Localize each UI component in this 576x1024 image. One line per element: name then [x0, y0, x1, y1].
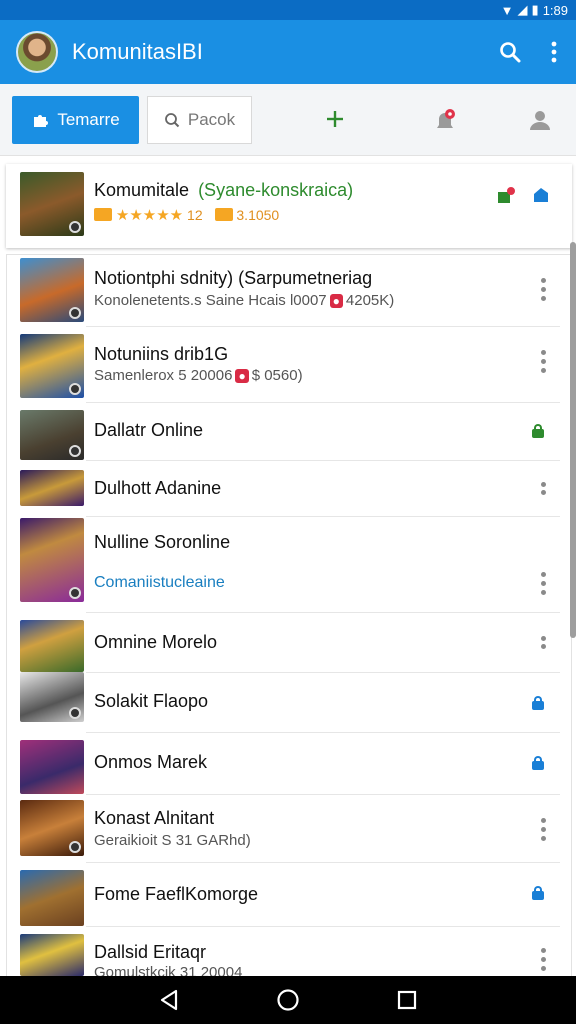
item-badge: ●	[235, 369, 249, 383]
featured-title-line: Komumitale (Syane-konskraica)	[94, 180, 353, 201]
status-bar: ▼ ◢ ▮ 1:89	[0, 0, 576, 20]
tab-primary-label: Temarre	[57, 109, 120, 129]
battery-icon: ▮	[531, 2, 539, 17]
divider	[86, 326, 560, 327]
item-title: Konast Alnitant	[94, 808, 215, 828]
divider	[86, 460, 560, 461]
scrollbar[interactable]	[570, 242, 576, 638]
rating-count: 3.1050	[236, 207, 280, 223]
item-title: Dallsid Eritaqr	[94, 942, 207, 962]
item-thumbnail	[20, 334, 84, 398]
divider	[86, 794, 560, 795]
search-placeholder: Pacok	[187, 109, 236, 129]
item-thumbnail	[20, 620, 84, 672]
avatar[interactable]	[16, 31, 58, 73]
item-subtitle: Samenlerox 5 20006	[94, 367, 233, 384]
featured-thumbnail	[20, 172, 84, 236]
notification-bell-icon[interactable]	[432, 108, 458, 134]
item-link[interactable]: Comaniistucleaine	[94, 574, 225, 592]
item-thumbnail	[20, 518, 84, 602]
item-title: Notuniins drib1G	[94, 344, 229, 364]
clock-time: 1:89	[542, 2, 568, 18]
divider	[86, 672, 560, 673]
item-title: Onmos Marek	[94, 752, 208, 772]
item-subtitle: Konolenetents.s Saine Hcais l0007	[94, 292, 327, 309]
item-subtitle: Geraikioit S 31 GARhd)	[94, 832, 251, 849]
lock-icon[interactable]	[532, 424, 544, 438]
divider	[86, 862, 560, 863]
item-thumbnail	[20, 672, 84, 722]
tab-primary-button[interactable]: Temarre	[12, 95, 139, 144]
item-badge: ●	[329, 294, 343, 308]
search-input[interactable]: Pacok	[147, 95, 252, 144]
home-icon[interactable]	[276, 988, 300, 1012]
item-extra: $ 0560)	[251, 367, 303, 384]
add-icon[interactable]	[324, 108, 346, 130]
more-options-icon[interactable]	[540, 572, 546, 595]
more-options-icon[interactable]	[540, 350, 546, 373]
wifi-icon: ▼	[500, 2, 514, 18]
featured-tag: (Syane-konskraica)	[198, 180, 354, 200]
app-actions	[498, 40, 558, 64]
item-title: Dallatr Online	[94, 420, 204, 440]
divider	[86, 926, 560, 927]
more-options-icon[interactable]	[540, 636, 546, 649]
notification-chat-icon[interactable]	[496, 186, 516, 206]
featured-title: Komumitale	[94, 180, 190, 200]
share-icon[interactable]	[532, 186, 550, 204]
divider	[86, 732, 560, 733]
item-title: Solakit Flaopo	[94, 691, 209, 711]
app-bar: KomunitasIBI	[0, 20, 576, 84]
item-thumbnail	[20, 740, 84, 794]
lock-icon[interactable]	[532, 696, 544, 710]
divider	[86, 402, 560, 403]
lock-icon[interactable]	[532, 756, 544, 770]
featured-card[interactable]: Komumitale (Syane-konskraica) ★★★★★ 12 3…	[6, 164, 572, 248]
item-thumbnail	[20, 470, 84, 506]
list-container	[6, 254, 572, 976]
item-extra: 4205K)	[345, 292, 395, 309]
item-title: Nulline Soronline	[94, 532, 231, 552]
system-nav-bar	[0, 976, 576, 1024]
recents-icon[interactable]	[396, 989, 418, 1011]
back-icon[interactable]	[158, 989, 180, 1011]
item-title: Dulhott Adanine	[94, 478, 222, 498]
rating-stars: ★★★★★	[115, 207, 184, 224]
more-options-icon[interactable]	[540, 818, 546, 841]
divider	[86, 516, 560, 517]
puzzle-icon	[34, 114, 49, 127]
rating-prefix: 12	[187, 207, 203, 223]
item-title: Omnine Morelo	[94, 632, 218, 652]
more-options-icon[interactable]	[540, 482, 546, 495]
divider	[86, 612, 560, 613]
item-thumbnail	[20, 934, 84, 976]
filter-toolbar: Temarre Pacok	[0, 84, 576, 156]
lock-icon[interactable]	[532, 886, 544, 900]
item-thumbnail	[20, 800, 84, 856]
item-title: Fome FaeflKomorge	[94, 884, 259, 904]
item-subtitle-line: Samenlerox 5 20006 ● $ 0560)	[94, 367, 303, 384]
signal-icon: ◢	[517, 2, 528, 17]
overflow-menu-icon[interactable]	[550, 40, 558, 64]
item-title: Notiontphi sdnity) (Sarpumetneriag	[94, 268, 373, 288]
featured-rating: ★★★★★ 12 3.1050	[94, 206, 279, 224]
rating-badge-icon	[94, 208, 112, 221]
app-title: KomunitasIBI	[72, 39, 203, 64]
item-subtitle: Gomulstkcik 31 20004	[94, 964, 243, 976]
profile-icon[interactable]	[528, 108, 552, 132]
count-badge-icon	[214, 208, 233, 221]
item-subtitle-line: Konolenetents.s Saine Hcais l0007 ● 4205K)	[94, 292, 394, 309]
search-field-icon	[164, 112, 180, 127]
more-options-icon[interactable]	[540, 278, 546, 301]
status-icons: ▼ ◢ ▮ 1:89	[501, 2, 568, 18]
item-thumbnail	[20, 410, 84, 460]
item-thumbnail	[20, 258, 84, 322]
more-options-icon[interactable]	[540, 948, 546, 971]
search-icon[interactable]	[498, 40, 522, 64]
item-thumbnail	[20, 870, 84, 926]
